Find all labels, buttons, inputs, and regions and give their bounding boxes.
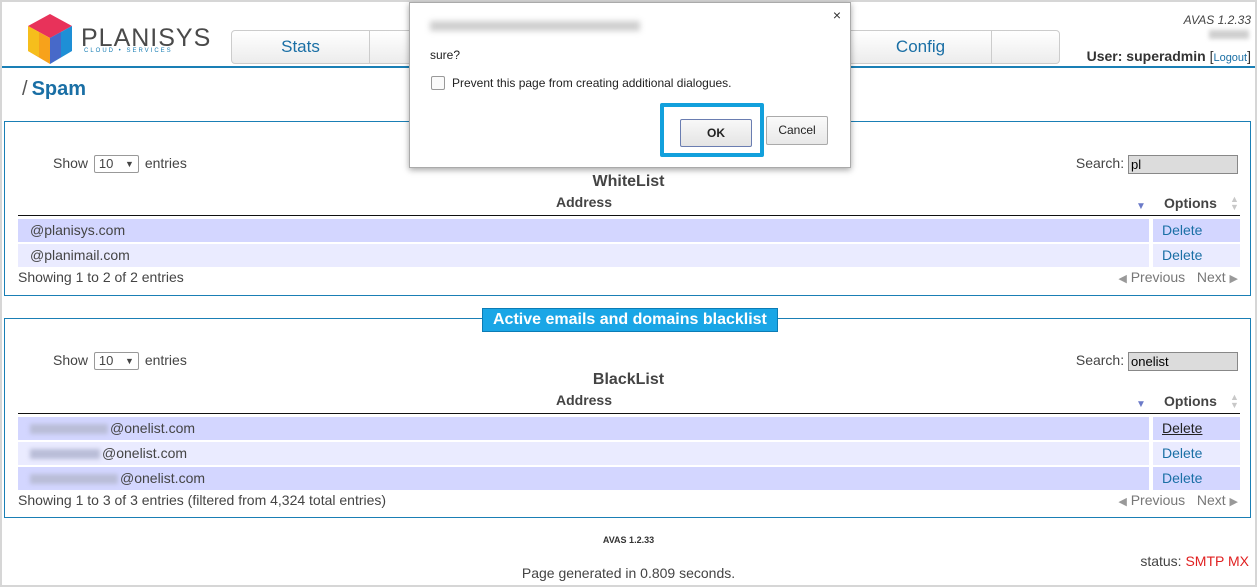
dialog-message: sure?: [430, 48, 461, 62]
sort-desc-icon: ▼: [1136, 399, 1146, 410]
prevent-dialogs-checkbox[interactable]: [431, 76, 445, 90]
delete-link[interactable]: Delete: [1153, 442, 1240, 465]
delete-link[interactable]: Delete: [1153, 244, 1240, 267]
whitelist-search-input[interactable]: pl: [1128, 155, 1238, 174]
breadcrumb-separator: /: [22, 78, 28, 100]
app-version: AVAS 1.2.33: [1183, 13, 1251, 27]
cancel-button[interactable]: Cancel: [766, 116, 828, 145]
next-button[interactable]: Next: [1197, 492, 1226, 508]
table-row: @onelist.com Delete: [18, 417, 1240, 440]
blacklist-panel: Active emails and domains blacklist Show…: [4, 308, 1251, 518]
footer-version: AVAS 1.2.33: [602, 535, 655, 545]
search-label: Search:: [1075, 352, 1125, 369]
nav-config[interactable]: Config: [849, 31, 992, 63]
blurred-text: [30, 424, 108, 435]
whitelist-caption: WhiteList: [592, 173, 665, 190]
column-options[interactable]: Options: [1164, 393, 1217, 409]
ok-button-highlight: OK: [660, 103, 764, 157]
sort-both-icon: ▲ ▼: [1230, 194, 1239, 212]
blacklist-table-header: Address ▼ Options ▲ ▼: [18, 392, 1240, 414]
blurred-text: [30, 474, 118, 485]
blacklist-pagination: ◀ Previous Next ▶: [1118, 492, 1238, 508]
chevron-down-icon: ▼: [125, 356, 134, 367]
page-generated-time: Page generated in 0.809 seconds.: [521, 565, 736, 581]
next-button[interactable]: Next: [1197, 269, 1226, 285]
whitelist-pagination: ◀ Previous Next ▶: [1118, 269, 1238, 285]
address-cell: @onelist.com: [18, 442, 1149, 465]
page-title: Spam: [31, 78, 87, 100]
address-cell: @onelist.com: [18, 417, 1149, 440]
address-cell: @planimail.com: [18, 244, 1149, 267]
blacklist-length-select[interactable]: 10 ▼: [93, 352, 139, 371]
logo-subtitle: CLOUD • SERVICES: [84, 48, 173, 54]
next-arrow-icon: ▶: [1229, 273, 1238, 285]
user-label: User: superadmin: [1086, 48, 1206, 64]
table-row: @planisys.com Delete: [18, 219, 1240, 242]
dialog-title-blurred: [430, 21, 640, 31]
blacklist-caption: BlackList: [592, 371, 665, 388]
column-address[interactable]: Address: [18, 194, 1150, 210]
sort-both-icon: ▲ ▼: [1230, 392, 1239, 410]
whitelist-table-header: Address ▼ Options ▲ ▼: [18, 194, 1240, 216]
whitelist-info: Showing 1 to 2 of 2 entries: [18, 269, 184, 285]
user-info: User: superadmin [Logout]: [1086, 48, 1251, 64]
previous-button[interactable]: Previous: [1131, 492, 1185, 508]
table-row: @onelist.com Delete: [18, 467, 1240, 490]
sort-desc-icon: ▼: [1136, 201, 1146, 212]
blacklist-search: Search: onelist: [1076, 352, 1238, 371]
show-label: Show: [53, 352, 89, 368]
whitelist-search: Search: pl: [1076, 155, 1238, 174]
column-options[interactable]: Options: [1164, 195, 1217, 211]
blacklist-info: Showing 1 to 3 of 3 entries (filtered fr…: [18, 492, 387, 508]
entries-label: entries: [144, 155, 187, 171]
nav-stats[interactable]: Stats: [232, 31, 370, 63]
page: PLANISYS CLOUD • SERVICES Stats Config A…: [2, 2, 1255, 585]
blacklist-legend: Active emails and domains blacklist: [482, 308, 778, 332]
whitelist-length: Show 10 ▼ entries: [53, 155, 187, 174]
delete-link[interactable]: Delete: [1153, 417, 1240, 440]
search-label: Search:: [1075, 155, 1125, 172]
address-cell: @onelist.com: [18, 467, 1149, 490]
column-address[interactable]: Address: [18, 392, 1150, 408]
previous-button[interactable]: Previous: [1131, 269, 1185, 285]
logout-link[interactable]: Logout: [1213, 52, 1247, 64]
address-cell: @planisys.com: [18, 219, 1149, 242]
confirm-dialog: × sure? Prevent this page from creating …: [409, 2, 851, 168]
previous-arrow-icon: ◀: [1118, 496, 1127, 508]
blurred-text: [30, 449, 100, 460]
blacklist-length: Show 10 ▼ entries: [53, 352, 187, 371]
blacklist-search-input[interactable]: onelist: [1128, 352, 1238, 371]
chevron-down-icon: ▼: [125, 159, 134, 170]
prevent-dialogs-label[interactable]: Prevent this page from creating addition…: [452, 76, 732, 90]
previous-arrow-icon: ◀: [1118, 273, 1127, 285]
table-row: @onelist.com Delete: [18, 442, 1240, 465]
cube-logo-icon: [28, 14, 72, 64]
planisys-logo[interactable]: PLANISYS CLOUD • SERVICES: [26, 14, 210, 64]
next-arrow-icon: ▶: [1229, 496, 1238, 508]
delete-link[interactable]: Delete: [1153, 467, 1240, 490]
blurred-text: [1209, 30, 1249, 39]
whitelist-length-select[interactable]: 10 ▼: [93, 155, 139, 174]
delete-link[interactable]: Delete: [1153, 219, 1240, 242]
show-label: Show: [53, 155, 89, 171]
ok-button[interactable]: OK: [680, 119, 752, 147]
entries-label: entries: [144, 352, 187, 368]
table-row: @planimail.com Delete: [18, 244, 1240, 267]
breadcrumb: / Spam: [22, 78, 86, 101]
close-icon[interactable]: ×: [833, 7, 841, 23]
